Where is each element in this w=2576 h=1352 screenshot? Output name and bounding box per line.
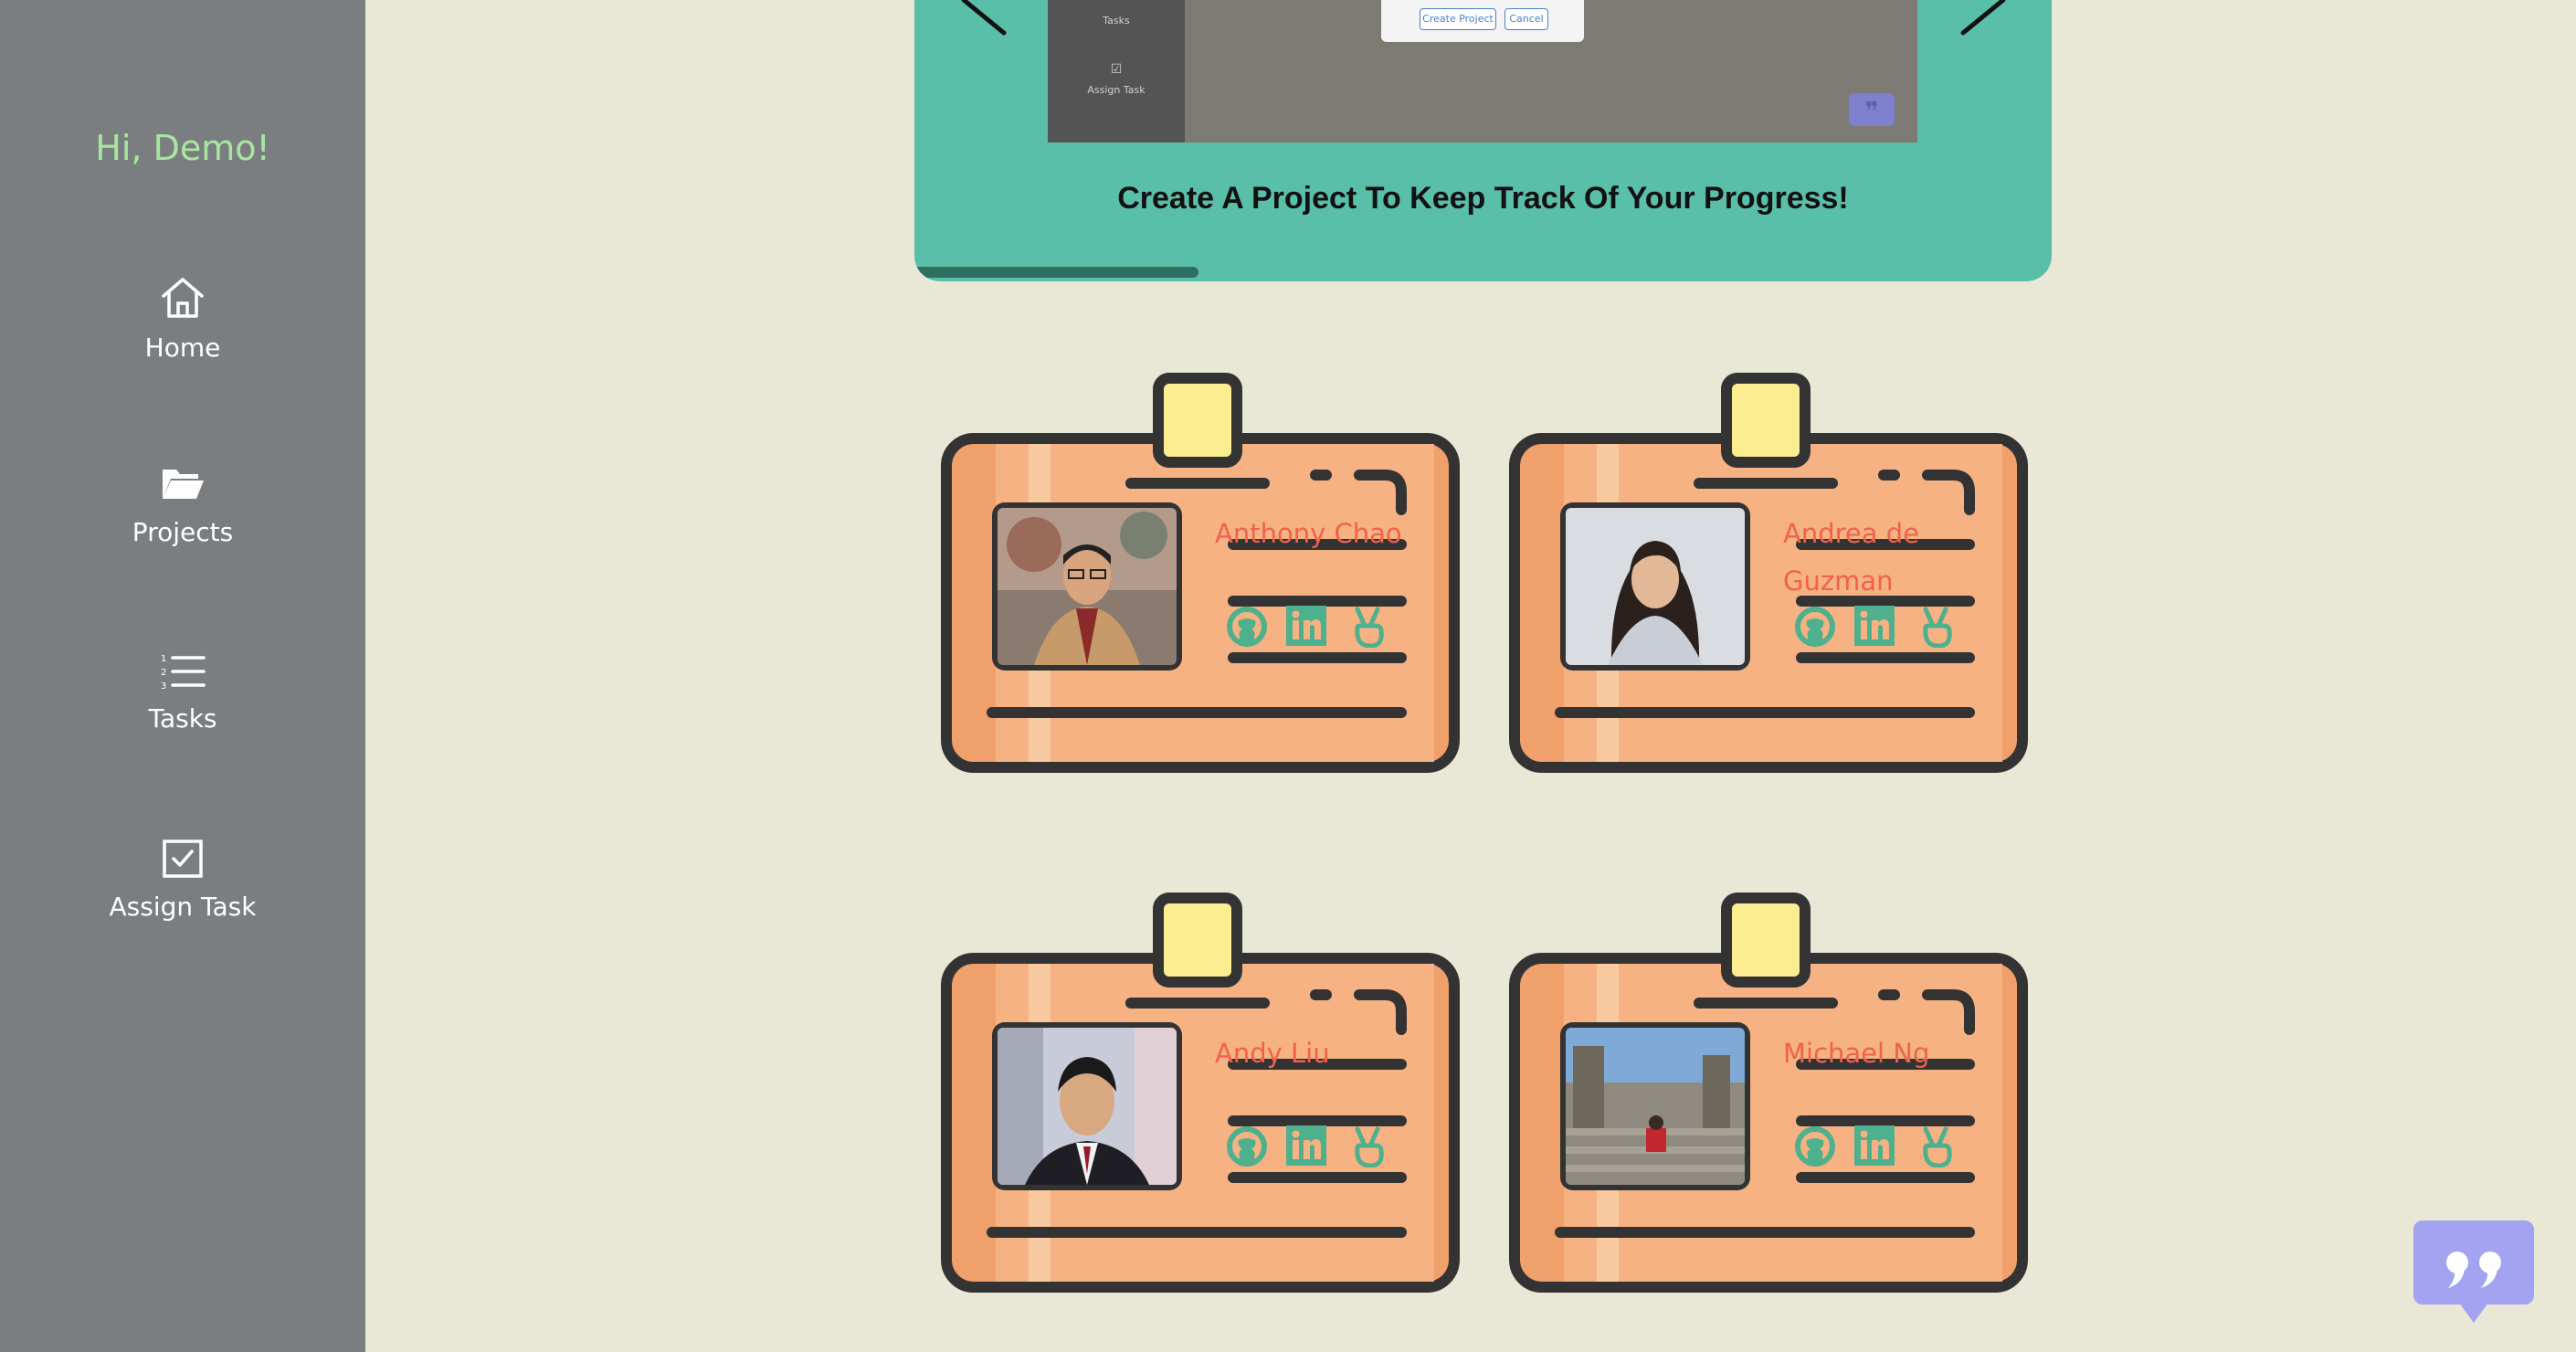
linkedin-icon[interactable] — [1854, 1125, 1895, 1166]
folder-open-icon — [163, 470, 204, 499]
sidebar: Hi, Demo! Home Projects 1 2 3 Tasks Assi… — [0, 0, 365, 1352]
member-photo — [998, 1028, 1177, 1185]
sidebar-item-assign-task[interactable]: Assign Task — [0, 839, 365, 922]
github-icon[interactable] — [1226, 606, 1268, 648]
sidebar-item-label: Home — [144, 333, 221, 363]
carousel-progress-track — [914, 267, 2052, 278]
member-photo — [1566, 1028, 1745, 1185]
carousel-prev-arrow-icon[interactable] — [960, 0, 1015, 37]
feature-carousel: ☰ Tasks ☑ Assign Task Create Project Can… — [914, 0, 2052, 281]
preview-sidebar: ☰ Tasks ☑ Assign Task — [1048, 0, 1185, 143]
member-photo — [998, 508, 1177, 665]
preview-create-project-button: Create Project — [1420, 8, 1496, 30]
sidebar-item-label: Projects — [132, 517, 234, 547]
preview-list-icon: ☰ — [1048, 0, 1185, 3]
preview-sidebar-item: Assign Task — [1087, 84, 1145, 96]
team-badge: Michael Ng — [1509, 893, 2030, 1294]
member-name: Anthony Chao — [1215, 518, 1402, 549]
linkedin-icon[interactable] — [1286, 606, 1326, 646]
home-icon — [162, 278, 204, 318]
carousel-caption: Create A Project To Keep Track Of Your P… — [1117, 181, 1849, 216]
sidebar-item-tasks[interactable]: 1 2 3 Tasks — [0, 650, 365, 734]
svg-text:1: 1 — [161, 654, 166, 664]
greeting: Hi, Demo! — [95, 128, 270, 168]
peace-hand-icon[interactable] — [1348, 1125, 1388, 1167]
carousel-next-arrow-icon[interactable] — [1956, 0, 2011, 37]
linkedin-icon[interactable] — [1286, 1125, 1326, 1166]
sidebar-item-label: Assign Task — [109, 892, 257, 922]
preview-cancel-button: Cancel — [1504, 8, 1548, 30]
checkbox-icon — [163, 840, 203, 878]
team-badge: Andy Liu — [941, 893, 1462, 1294]
peace-hand-icon[interactable] — [1916, 606, 1957, 648]
carousel-slide-screenshot: ☰ Tasks ☑ Assign Task Create Project Can… — [1048, 0, 1917, 143]
preview-quote-icon: ❞ — [1849, 93, 1895, 126]
peace-hand-icon[interactable] — [1348, 606, 1388, 648]
team-badge: Andrea de Guzman — [1509, 373, 2030, 775]
github-icon[interactable] — [1794, 606, 1836, 648]
preview-checkbox-icon: ☑ — [1110, 62, 1123, 77]
list-numbered-icon: 1 2 3 — [161, 654, 206, 691]
svg-text:3: 3 — [161, 681, 166, 691]
github-icon[interactable] — [1226, 1125, 1268, 1167]
member-name: Michael Ng — [1783, 1038, 1930, 1069]
sidebar-item-projects[interactable]: Projects — [0, 464, 365, 547]
member-name: Andy Liu — [1215, 1038, 1330, 1069]
team-badge: Anthony Chao — [941, 373, 1462, 775]
linkedin-icon[interactable] — [1854, 606, 1895, 646]
member-name: Andrea de Guzman — [1783, 518, 1919, 597]
sidebar-item-label: Tasks — [148, 703, 217, 734]
svg-text:2: 2 — [161, 668, 166, 678]
sidebar-item-home[interactable]: Home — [0, 276, 365, 363]
preview-dialog: Create Project Cancel — [1381, 0, 1584, 42]
quote-feedback-button[interactable] — [2412, 1219, 2536, 1326]
github-icon[interactable] — [1794, 1125, 1836, 1167]
peace-hand-icon[interactable] — [1916, 1125, 1957, 1167]
carousel-progress-bar — [914, 267, 1199, 278]
member-photo — [1566, 508, 1745, 665]
preview-sidebar-item: Tasks — [1103, 15, 1130, 26]
